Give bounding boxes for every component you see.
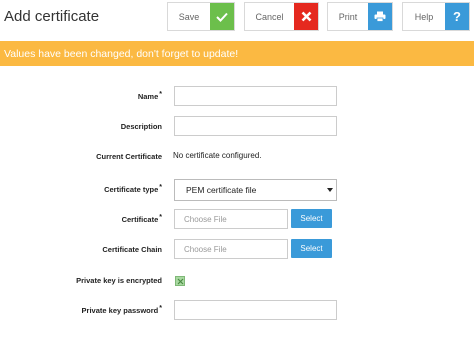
current-certificate-label: Current Certificate [96,152,162,161]
check-icon [210,3,234,30]
print-button-label: Print [338,11,358,22]
unsaved-changes-alert: Values have been changed, don't forget t… [0,41,474,66]
certificate-chain-label: Certificate Chain [102,245,162,254]
certificate-type-label: Certificate type* [104,184,162,194]
printer-icon [368,3,392,30]
save-button[interactable]: Save [167,2,235,31]
private-key-password-label: Private key password* [81,305,162,315]
private-key-encrypted-label: Private key is encrypted [76,276,162,285]
private-key-password-field[interactable] [174,300,337,320]
cancel-button[interactable]: Cancel [244,2,319,31]
certificate-chain-file-input[interactable]: Choose File [174,239,288,259]
certificate-type-selected: PEM certificate file [186,185,257,195]
description-field[interactable] [174,116,337,136]
chevron-down-icon [327,188,333,192]
close-icon [294,3,318,30]
certificate-file-input[interactable]: Choose File [174,209,288,229]
certificate-type-select[interactable]: PEM certificate file [174,179,337,201]
certificate-chain-select-button[interactable]: Select [291,239,332,258]
certificate-select-button[interactable]: Select [291,209,332,228]
name-field[interactable] [174,86,337,106]
name-label: Name* [137,91,162,101]
help-button[interactable]: Help ? [402,2,470,31]
print-button[interactable]: Print [327,2,393,31]
save-button-label: Save [178,11,200,22]
private-key-encrypted-checkbox[interactable] [175,276,185,286]
page-title: Add certificate [4,8,100,25]
question-icon: ? [445,3,469,30]
help-button-label: Help [414,11,434,22]
description-label: Description [120,122,162,131]
checkbox-x-icon [177,278,183,284]
toolbar: Add certificate Save Cancel Print Help ? [0,0,474,36]
certificate-label: Certificate* [121,214,162,224]
current-certificate-value: No certificate configured. [173,151,262,160]
cancel-button-label: Cancel [255,11,284,22]
